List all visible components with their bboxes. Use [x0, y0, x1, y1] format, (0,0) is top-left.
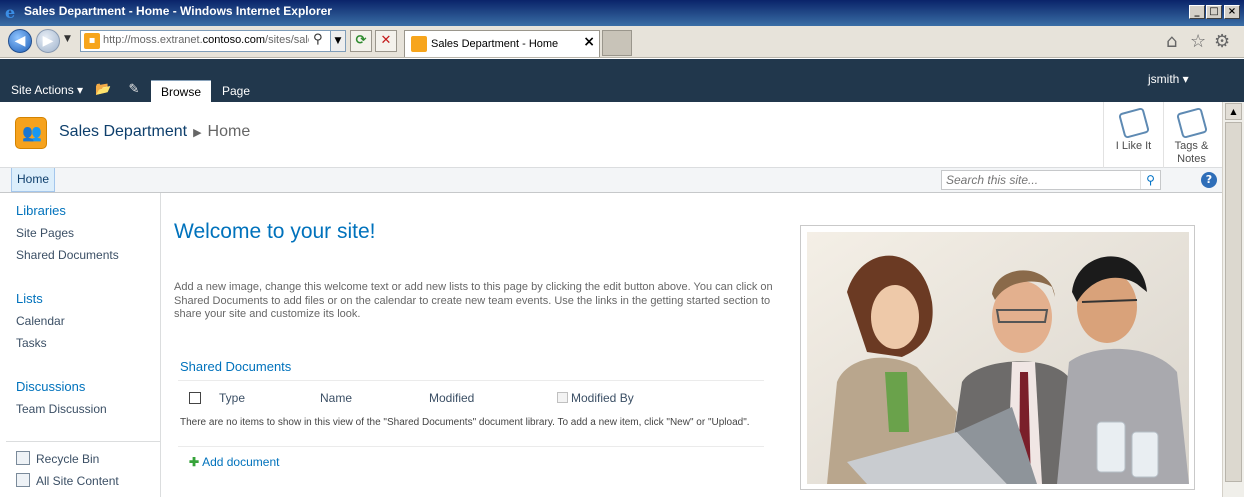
address-dropdown-icon[interactable]: ▼: [330, 31, 345, 51]
tools-icon[interactable]: ⚙: [1214, 31, 1230, 52]
maximize-button[interactable]: □: [1206, 5, 1222, 19]
window-title: Sales Department - Home - Windows Intern…: [24, 4, 332, 18]
address-bar[interactable]: ▪ http://moss.extranet.contoso.com/sites…: [80, 30, 346, 52]
tab-favicon-icon: [411, 36, 427, 52]
search-icon[interactable]: ⚲: [313, 32, 323, 47]
back-icon[interactable]: ◀: [8, 29, 32, 53]
site-logo-icon[interactable]: 👥: [15, 117, 47, 149]
webpart-divider-bottom: [178, 446, 764, 447]
browser-toolbar: ◀ ▶ ▼ ▪ http://moss.extranet.contoso.com…: [0, 26, 1244, 58]
webpart-divider: [178, 380, 764, 381]
user-menu[interactable]: jsmith ▾: [1148, 72, 1189, 86]
home-icon[interactable]: ⌂: [1166, 31, 1177, 52]
sharepoint-ribbon: Site Actions ▾ 📂 ✎ Browse Page jsmith ▾: [0, 59, 1244, 102]
nav-recycle-bin[interactable]: Recycle Bin: [16, 451, 99, 466]
search-input[interactable]: [942, 171, 1140, 189]
scroll-up-icon[interactable]: ▲: [1225, 103, 1242, 120]
nav-item-team-discussion[interactable]: Team Discussion: [16, 402, 107, 416]
site-actions-menu[interactable]: Site Actions ▾: [11, 83, 83, 97]
browser-window: e Sales Department - Home - Windows Inte…: [0, 0, 1244, 497]
column-header-modified[interactable]: Modified: [429, 391, 474, 405]
history-dropdown-icon[interactable]: ▼: [64, 34, 71, 44]
vertical-scrollbar[interactable]: ▲: [1222, 102, 1244, 497]
forward-icon[interactable]: ▶: [36, 29, 60, 53]
welcome-heading: Welcome to your site!: [174, 220, 376, 243]
minimize-button[interactable]: _: [1189, 5, 1205, 19]
site-search: ⚲: [941, 170, 1161, 190]
breadcrumb-site-link[interactable]: Sales Department: [59, 123, 187, 140]
select-all-checkbox[interactable]: [189, 392, 201, 404]
add-icon: ✚: [189, 455, 200, 469]
refresh-icon[interactable]: ⟳: [350, 30, 372, 52]
team-photo: [807, 232, 1189, 484]
top-navigation: Home ⚲ ?: [0, 168, 1222, 193]
nav-heading-lists[interactable]: Lists: [16, 291, 43, 306]
new-tab-button[interactable]: [602, 30, 632, 56]
quick-launch: Libraries Site Pages Shared Documents Li…: [0, 193, 161, 497]
navigate-up-icon[interactable]: 📂: [95, 82, 111, 98]
url-text[interactable]: http://moss.extranet.contoso.com/sites/s…: [103, 34, 309, 46]
breadcrumb-separator-icon: ▶: [193, 127, 202, 139]
tag-icon: [1117, 107, 1150, 139]
site-content-icon: [16, 473, 30, 487]
search-go-icon[interactable]: ⚲: [1140, 171, 1160, 189]
breadcrumb-current-page: Home: [207, 123, 251, 140]
topnav-home-link[interactable]: Home: [11, 168, 56, 192]
nav-item-tasks[interactable]: Tasks: [16, 336, 47, 350]
column-header-modified-by[interactable]: Modified By: [571, 391, 634, 405]
tags-notes-label: Tags & Notes: [1174, 140, 1209, 165]
nav-divider: [6, 441, 160, 442]
i-like-it-label: I Like It: [1115, 140, 1152, 152]
help-icon[interactable]: ?: [1201, 172, 1217, 188]
tab-page[interactable]: Page: [215, 80, 257, 102]
browser-tab[interactable]: Sales Department - Home ×: [404, 30, 600, 57]
column-header-name[interactable]: Name: [320, 391, 352, 405]
edit-page-icon[interactable]: ✎: [126, 82, 142, 98]
add-document-link[interactable]: ✚ Add document: [189, 455, 279, 469]
breadcrumb: Sales Department ▶ Home: [59, 123, 250, 141]
tab-title: Sales Department - Home: [431, 38, 559, 50]
nav-heading-libraries[interactable]: Libraries: [16, 203, 66, 218]
nav-all-site-content[interactable]: All Site Content: [16, 473, 119, 488]
ie-logo-icon: e: [5, 3, 16, 22]
nav-item-site-pages[interactable]: Site Pages: [16, 226, 74, 240]
nav-heading-discussions[interactable]: Discussions: [16, 379, 85, 394]
favorites-icon[interactable]: ☆: [1190, 31, 1206, 52]
empty-list-message: There are no items to show in this view …: [180, 417, 750, 428]
tab-close-icon[interactable]: ×: [583, 34, 595, 50]
shared-documents-webpart-title[interactable]: Shared Documents: [180, 359, 291, 374]
welcome-text: Add a new image, change this welcome tex…: [174, 281, 773, 320]
scroll-thumb[interactable]: [1225, 122, 1242, 482]
stop-icon[interactable]: ✕: [375, 30, 397, 52]
tags-notes-button[interactable]: Tags & Notes: [1163, 102, 1219, 168]
tab-browse[interactable]: Browse: [151, 80, 211, 102]
title-bar: e Sales Department - Home - Windows Inte…: [0, 0, 1244, 26]
welcome-image-frame: [800, 225, 1195, 490]
nav-item-calendar[interactable]: Calendar: [16, 314, 65, 328]
column-header-type[interactable]: Type: [219, 391, 245, 405]
nav-item-shared-documents[interactable]: Shared Documents: [16, 248, 119, 262]
i-like-it-button[interactable]: I Like It: [1103, 102, 1163, 168]
notes-icon: [1175, 107, 1208, 139]
recycle-bin-icon: [16, 451, 30, 465]
site-header: 👥 Sales Department ▶ Home I Like It Tags &…: [0, 102, 1222, 168]
site-favicon-icon: ▪: [84, 33, 100, 49]
column-checkbox-icon: [557, 392, 568, 403]
close-window-button[interactable]: ×: [1224, 5, 1240, 19]
